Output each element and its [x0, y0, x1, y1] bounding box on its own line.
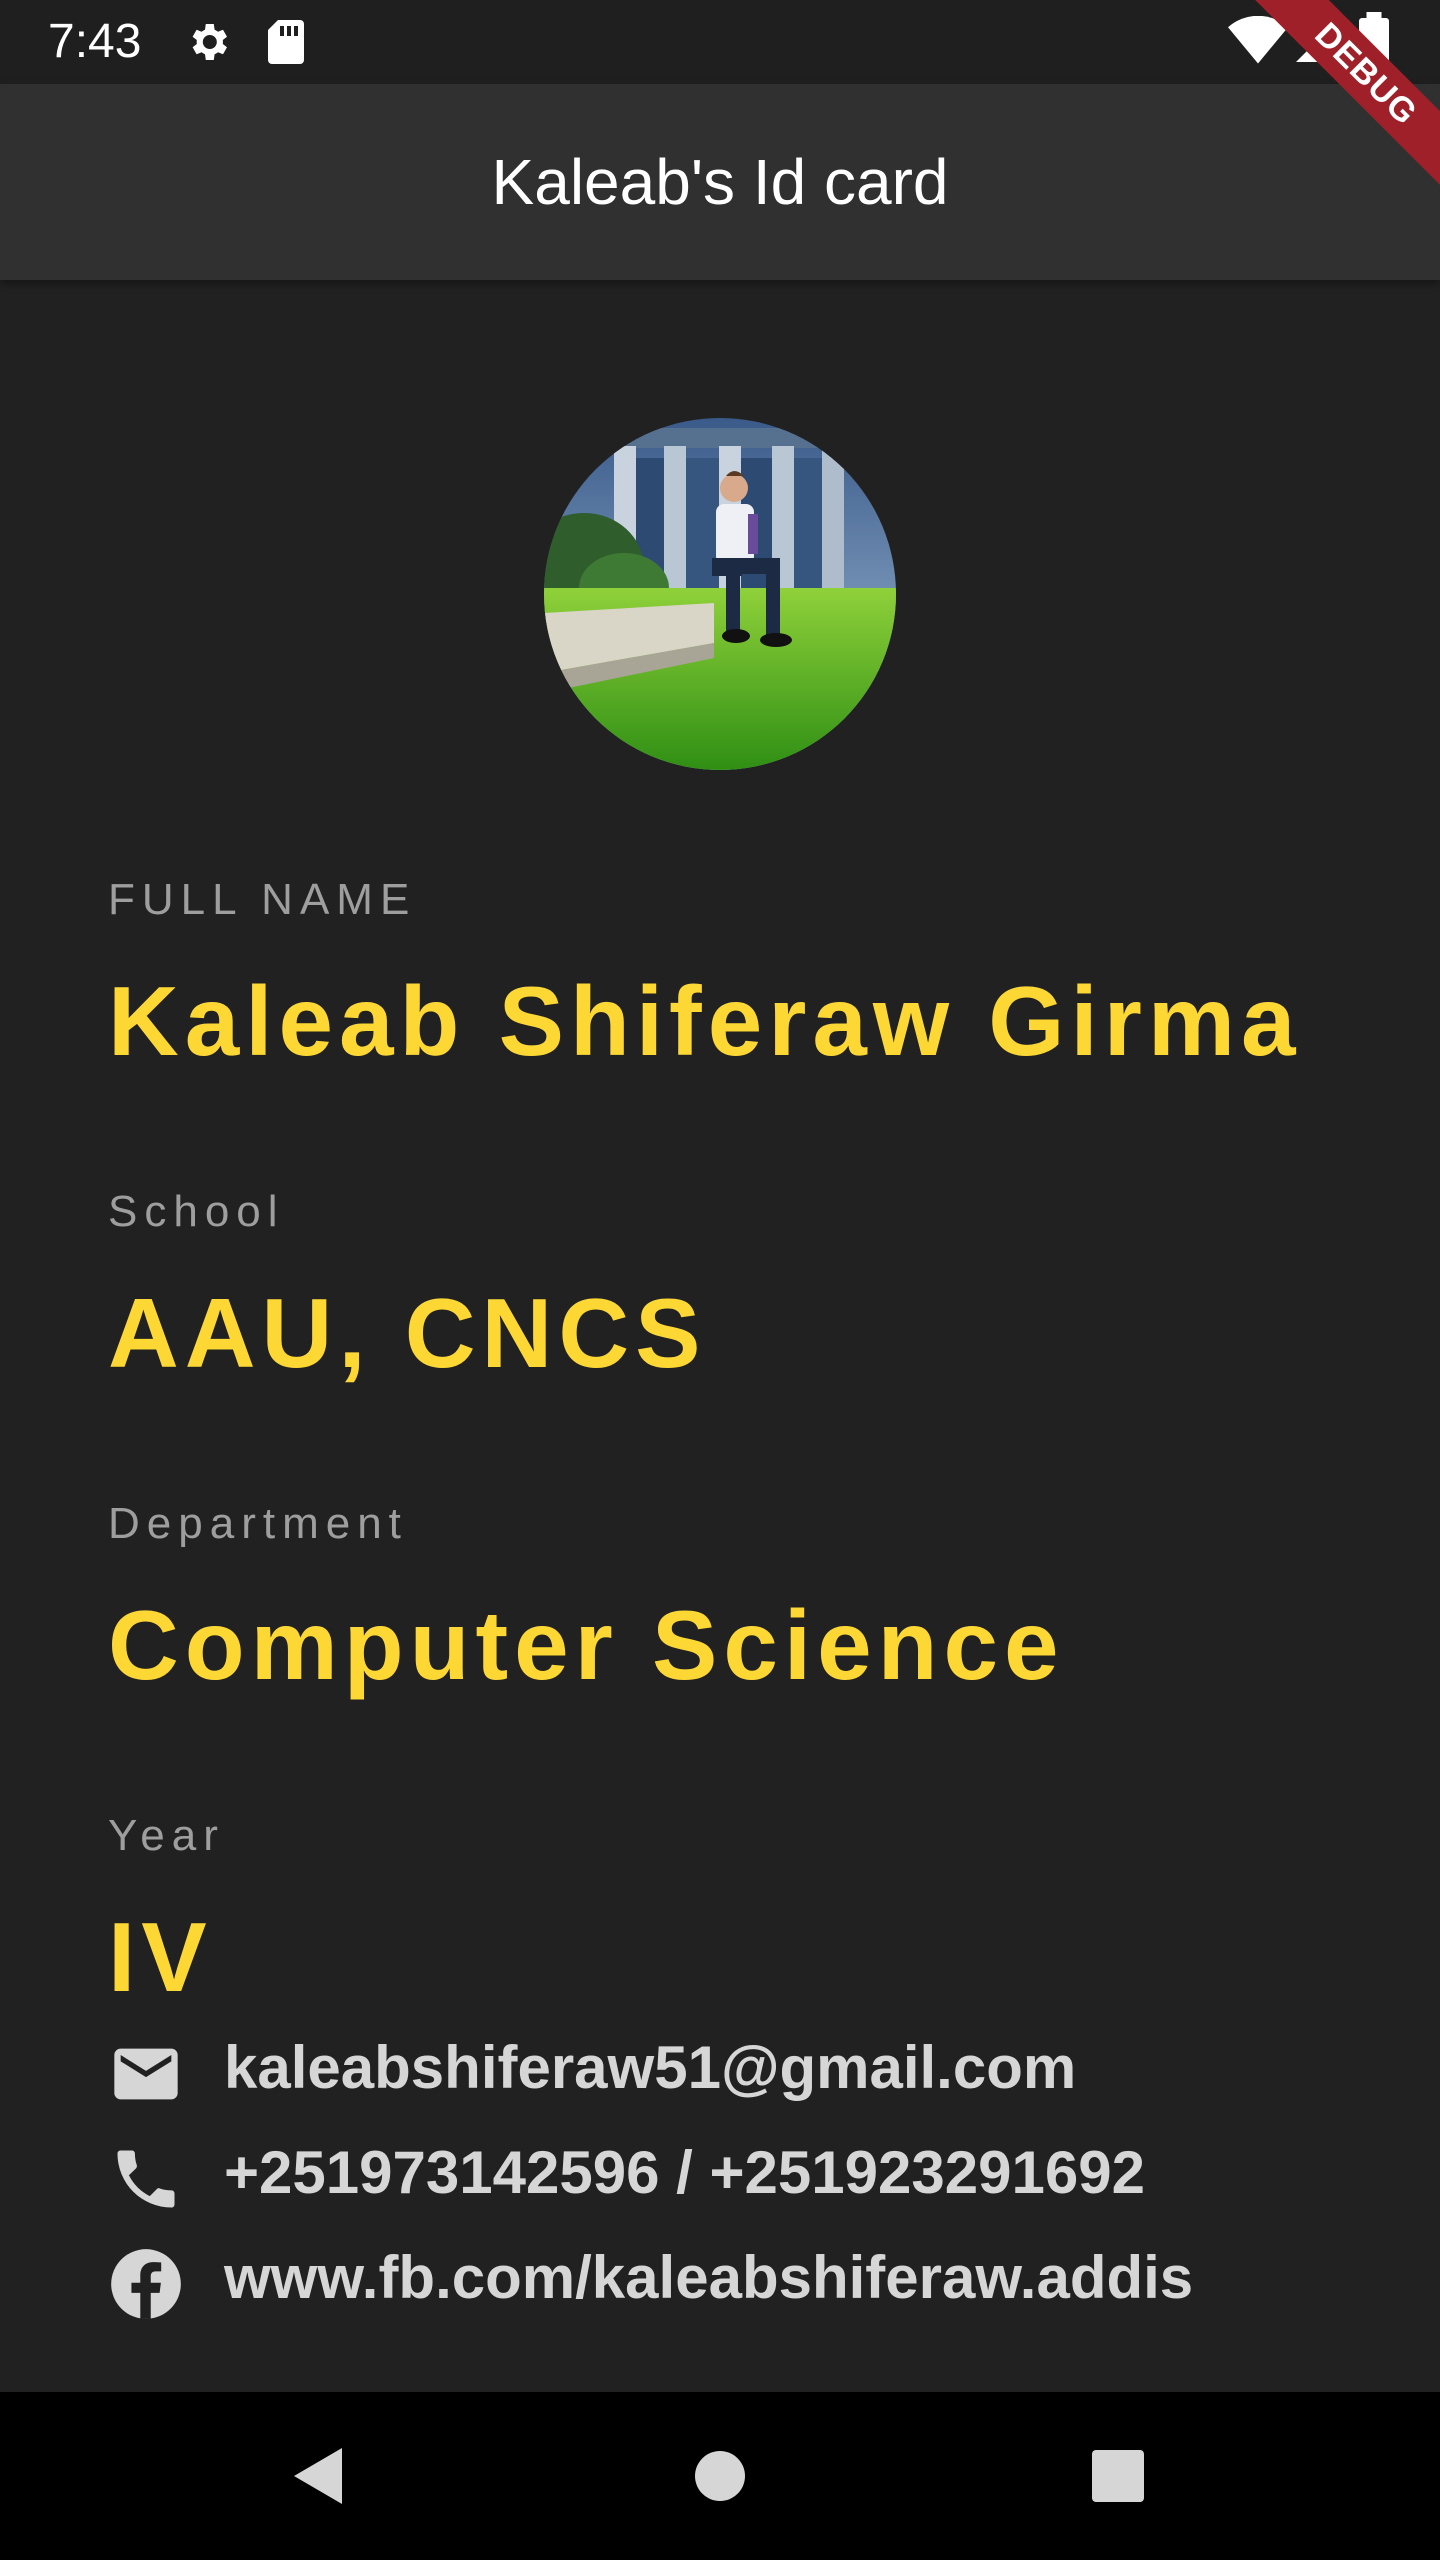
home-button[interactable] — [694, 2450, 746, 2502]
full-name-label: FULL NAME — [108, 875, 417, 924]
profile-photo — [544, 418, 896, 770]
phone-text: +251973142596 / +251923291692 — [224, 2139, 1145, 2206]
year-label: Year — [108, 1811, 225, 1860]
department-value: Computer Science — [108, 1590, 1065, 1700]
facebook-text: www.fb.com/kaleabshiferaw.addis — [224, 2244, 1194, 2311]
email-icon — [114, 2048, 178, 2100]
status-time: 7:43 — [48, 15, 142, 68]
wifi-icon — [1228, 16, 1288, 64]
phone-icon — [117, 2150, 175, 2208]
id-card-screen: 7:43 Kaleab's Id card DEBUG FULL NAME Ka… — [0, 0, 1440, 2560]
gear-icon — [192, 24, 227, 60]
phone-row[interactable]: +251973142596 / +251923291692 — [108, 2133, 1388, 2213]
sd-card-icon — [268, 20, 304, 64]
app-bar: Kaleab's Id card — [0, 84, 1440, 280]
school-value: AAU, CNCS — [108, 1278, 707, 1388]
app-bar-title: Kaleab's Id card — [491, 146, 949, 218]
navigation-bar — [0, 2392, 1440, 2560]
cell-signal-icon — [1296, 22, 1336, 62]
status-bar: 7:43 — [0, 0, 1440, 84]
back-button[interactable] — [290, 2446, 346, 2506]
email-text: kaleabshiferaw51@gmail.com — [224, 2034, 1077, 2101]
recents-button[interactable] — [1092, 2450, 1144, 2502]
department-label: Department — [108, 1499, 408, 1548]
school-label: School — [108, 1187, 285, 1236]
facebook-icon — [111, 2249, 181, 2319]
email-row[interactable]: kaleabshiferaw51@gmail.com — [108, 2028, 1388, 2108]
year-value: IV — [108, 1902, 213, 2012]
battery-icon — [1359, 12, 1389, 72]
facebook-row[interactable]: www.fb.com/kaleabshiferaw.addis — [108, 2238, 1388, 2319]
profile-avatar — [544, 418, 896, 770]
full-name-value: Kaleab Shiferaw Girma — [108, 966, 1302, 1076]
